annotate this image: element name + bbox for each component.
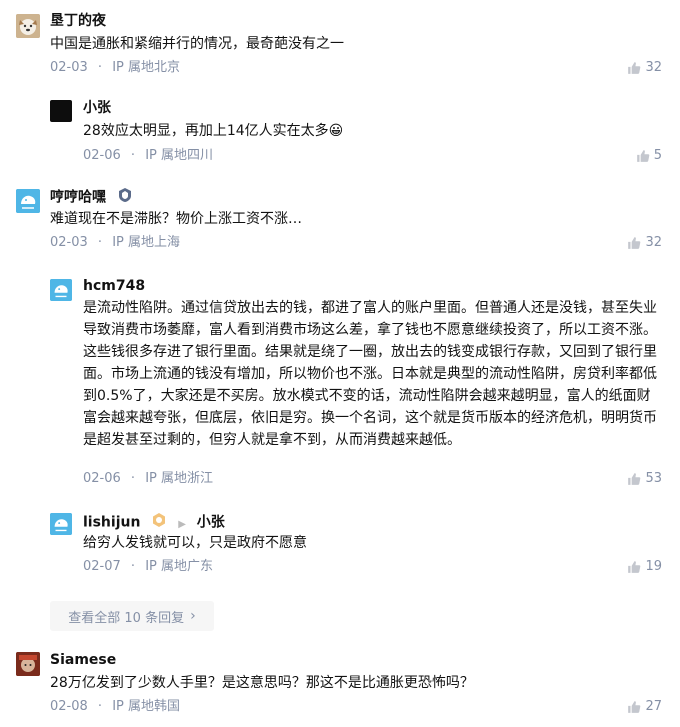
comment-date: 02-06 — [83, 471, 121, 486]
comment-location: IP 属地广东 — [145, 559, 214, 574]
comment-meta: 02-06 · IP 属地四川 — [83, 147, 213, 165]
comment-meta: 02-07 · IP 属地广东 — [83, 558, 213, 576]
thumbs-up-icon — [628, 473, 641, 485]
comment-text: 28万亿发到了少数人手里？是这意思吗？那这不是比通胀更恐怖吗？ — [50, 675, 474, 691]
like-button[interactable]: 19 — [627, 558, 662, 576]
comment-location: IP 属地四川 — [145, 148, 214, 163]
comment-author[interactable]: 哼哼哈嘿 — [50, 187, 133, 208]
comment-location: IP 属地浙江 — [145, 471, 214, 486]
comment-author[interactable]: hcm748 — [83, 277, 145, 295]
comment-date: 02-06 — [83, 148, 121, 163]
view-all-replies-label: 查看全部 10 条回复 — [68, 610, 185, 626]
meta-separator: · — [130, 559, 136, 574]
thumbs-up-icon — [628, 561, 641, 573]
avatar[interactable] — [50, 513, 72, 535]
comment-date: 02-07 — [83, 559, 121, 574]
avatar[interactable] — [50, 100, 72, 122]
comment-meta: 02-03 · IP 属地北京 — [50, 59, 180, 77]
thumbs-up-icon — [628, 701, 641, 713]
like-button[interactable]: 32 — [627, 234, 662, 252]
shield-badge-icon — [117, 187, 133, 208]
like-count: 5 — [653, 148, 662, 163]
reply-arrow-icon: ▶ — [178, 518, 186, 530]
avatar[interactable] — [50, 279, 72, 301]
comment-location: IP 属地上海 — [112, 235, 181, 250]
meta-separator: · — [97, 60, 103, 75]
avatar[interactable] — [16, 14, 40, 38]
avatar[interactable] — [16, 652, 40, 676]
medal-badge-icon — [151, 512, 167, 533]
comment-location: IP 属地北京 — [112, 60, 181, 75]
comment-text: 是流动性陷阱。通过信贷放出去的钱，都进了富人的账户里面。但普通人还是没钱，甚至失… — [83, 300, 657, 448]
comment-date: 02-03 — [50, 235, 88, 250]
thumbs-up-icon — [628, 237, 641, 249]
avatar[interactable] — [16, 189, 40, 213]
like-count: 32 — [645, 235, 662, 250]
meta-separator: · — [97, 235, 103, 250]
thumbs-up-icon — [636, 150, 650, 162]
view-all-replies-button[interactable]: 查看全部 10 条回复 › — [50, 601, 214, 631]
like-count: 27 — [645, 699, 662, 714]
like-button[interactable]: 27 — [627, 698, 662, 716]
like-button[interactable]: 32 — [627, 59, 662, 77]
comment-date: 02-08 — [50, 699, 88, 714]
comment-author[interactable]: 小张 — [83, 99, 111, 117]
reply-to-name[interactable]: 小张 — [197, 515, 225, 531]
comment-author[interactable]: lishijun ▶ 小张 — [83, 512, 225, 534]
comment-author[interactable]: Siamese — [50, 651, 116, 669]
comment-author-name[interactable]: lishijun — [83, 515, 140, 531]
comment-meta: 02-03 · IP 属地上海 — [50, 234, 180, 252]
comment-text: 难道现在不是滞胀？物价上涨工资不涨… — [50, 211, 302, 227]
like-button[interactable]: 53 — [627, 470, 662, 488]
comment-text: 28效应太明显，再加上14亿人实在太多😀 — [83, 123, 344, 139]
comment-author-name[interactable]: 哼哼哈嘿 — [50, 190, 106, 206]
like-count: 53 — [645, 471, 662, 486]
comment-text: 中国是通胀和紧缩并行的情况，最奇葩没有之一 — [50, 36, 344, 52]
like-count: 32 — [645, 60, 662, 75]
chevron-right-icon: › — [190, 608, 196, 624]
meta-separator: · — [130, 471, 136, 486]
like-count: 19 — [645, 559, 662, 574]
comment-location: IP 属地韩国 — [112, 699, 181, 714]
comment-author[interactable]: 垦丁的夜 — [50, 12, 106, 30]
comment-meta: 02-08 · IP 属地韩国 — [50, 698, 180, 716]
meta-separator: · — [97, 699, 103, 714]
comment-text: 给穷人发钱就可以，只是政府不愿意 — [83, 535, 307, 551]
like-button[interactable]: 5 — [636, 147, 662, 165]
comment-date: 02-03 — [50, 60, 88, 75]
meta-separator: · — [130, 148, 136, 163]
comment-meta: 02-06 · IP 属地浙江 — [83, 470, 213, 488]
thumbs-up-icon — [628, 62, 641, 74]
